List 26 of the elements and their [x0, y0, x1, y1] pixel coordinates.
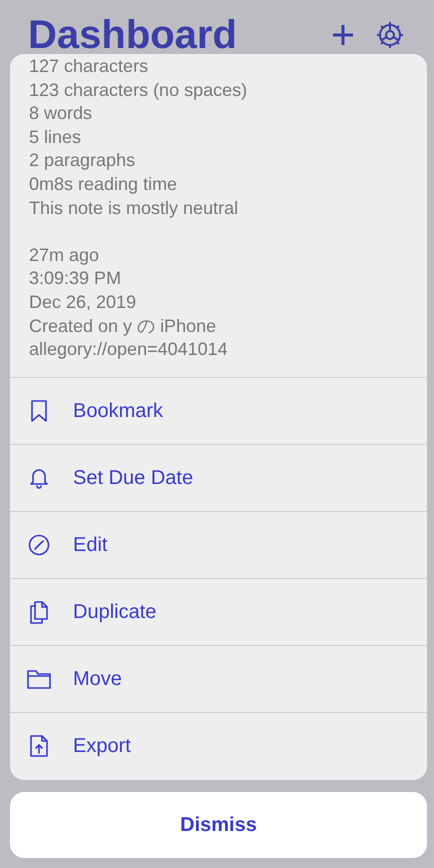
action-item[interactable]: Duplicate	[10, 578, 427, 645]
info-line: Created on y の iPhone	[29, 314, 218, 338]
pencil-circle-icon	[28, 534, 50, 556]
info-line: 8 words	[29, 102, 94, 126]
dismiss-button[interactable]: Dismiss	[10, 792, 427, 858]
documents-icon	[28, 600, 50, 624]
plus-icon[interactable]	[332, 24, 354, 46]
info-line: 27m ago	[29, 244, 100, 267]
folder-icon	[27, 668, 51, 689]
info-line: Dec 26, 2019	[29, 290, 138, 314]
action-item[interactable]: Export	[10, 712, 427, 779]
settings-icon[interactable]	[376, 21, 404, 49]
bookmark-icon	[30, 400, 48, 422]
info-line: allegory://open=4041014	[29, 338, 229, 362]
bell-icon	[28, 466, 50, 489]
info-line: 3:09:39 PM	[29, 267, 122, 290]
action-item[interactable]: Edit	[10, 510, 427, 578]
action-item[interactable]: Bookmark	[10, 376, 427, 444]
action-item[interactable]: Set Due Date	[10, 444, 427, 511]
action-item[interactable]: Move	[10, 644, 427, 712]
info-line: 5 lines	[29, 126, 82, 149]
info-line: 123 characters (no spaces)	[29, 78, 248, 102]
info-line: 2 paragraphs	[29, 149, 136, 172]
info-line: 0m8s reading time	[29, 172, 178, 196]
info-line: This note is mostly neutral	[29, 196, 240, 220]
file-upload-icon	[30, 734, 48, 757]
